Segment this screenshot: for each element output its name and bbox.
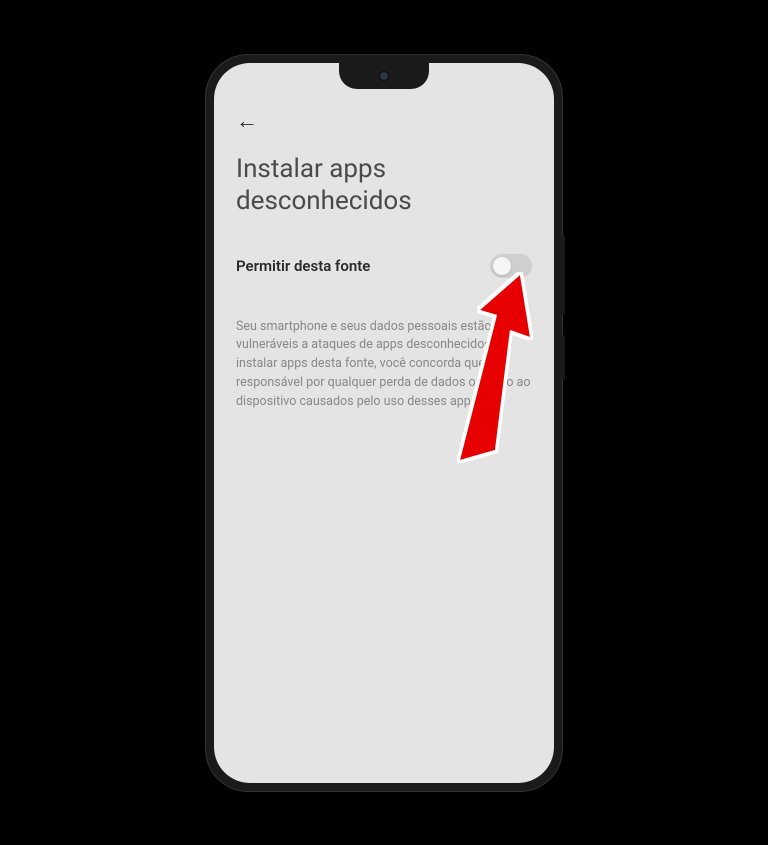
setting-description: Seu smartphone e seus dados pessoais est…	[236, 318, 532, 412]
phone-notch	[339, 63, 429, 89]
phone-frame: ← Instalar apps desconhecidos Permitir d…	[206, 55, 562, 791]
allow-source-setting[interactable]: Permitir desta fonte	[236, 254, 532, 278]
phone-side-button	[562, 235, 565, 315]
phone-screen: ← Instalar apps desconhecidos Permitir d…	[214, 63, 554, 783]
page-title: Instalar apps desconhecidos	[236, 153, 532, 218]
allow-source-toggle[interactable]	[490, 254, 532, 278]
setting-label: Permitir desta fonte	[236, 257, 370, 275]
front-camera	[379, 71, 389, 81]
back-arrow-icon: ←	[236, 108, 258, 134]
toggle-knob	[493, 257, 511, 275]
settings-content: ← Instalar apps desconhecidos Permitir d…	[214, 63, 554, 432]
back-button[interactable]: ←	[236, 105, 268, 137]
phone-side-button	[562, 335, 565, 380]
